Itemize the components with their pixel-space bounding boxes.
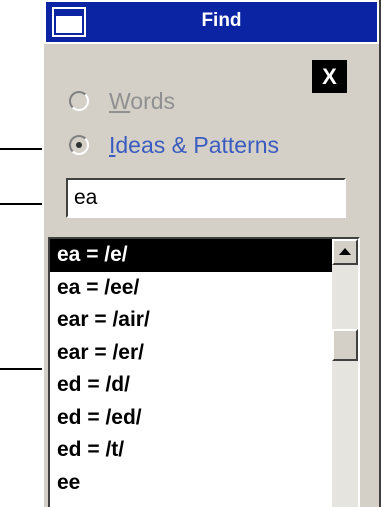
list-item[interactable]: ea = /ee/ [50, 272, 332, 305]
radio-words-label: Words [109, 87, 176, 114]
stage: Find X Words Ideas & Patterns ea = /e/ e… [0, 0, 381, 507]
list-item[interactable]: ear = /er/ [50, 337, 332, 370]
window-title: Find [201, 10, 242, 31]
search-input[interactable] [66, 178, 346, 218]
scroll-thumb[interactable] [332, 329, 358, 361]
results-list: ea = /e/ ea = /ee/ ear = /air/ ear = /er… [50, 239, 332, 499]
radio-words-circle[interactable] [69, 91, 89, 111]
vertical-scrollbar[interactable] [332, 239, 358, 507]
find-window: Find X Words Ideas & Patterns ea = /e/ e… [42, 0, 381, 507]
list-item[interactable]: ear = /air/ [50, 304, 332, 337]
close-button[interactable]: X [312, 60, 347, 93]
radio-words[interactable]: Words [69, 84, 175, 118]
radio-ideas-patterns-circle[interactable] [69, 135, 89, 155]
list-item[interactable]: ed = /d/ [50, 369, 332, 402]
arrow-up-icon[interactable] [332, 239, 358, 265]
list-item[interactable]: ed = /ed/ [50, 402, 332, 435]
radio-ideas-patterns-label: Ideas & Patterns [109, 131, 280, 158]
list-item[interactable]: ee [50, 467, 332, 500]
radio-ideas-patterns[interactable]: Ideas & Patterns [69, 128, 279, 162]
title-bar[interactable]: Find [44, 0, 379, 44]
list-item[interactable]: ea = /e/ [50, 239, 332, 272]
list-item[interactable]: ed = /t/ [50, 434, 332, 467]
results-listbox[interactable]: ea = /e/ ea = /ee/ ear = /air/ ear = /er… [48, 237, 360, 507]
